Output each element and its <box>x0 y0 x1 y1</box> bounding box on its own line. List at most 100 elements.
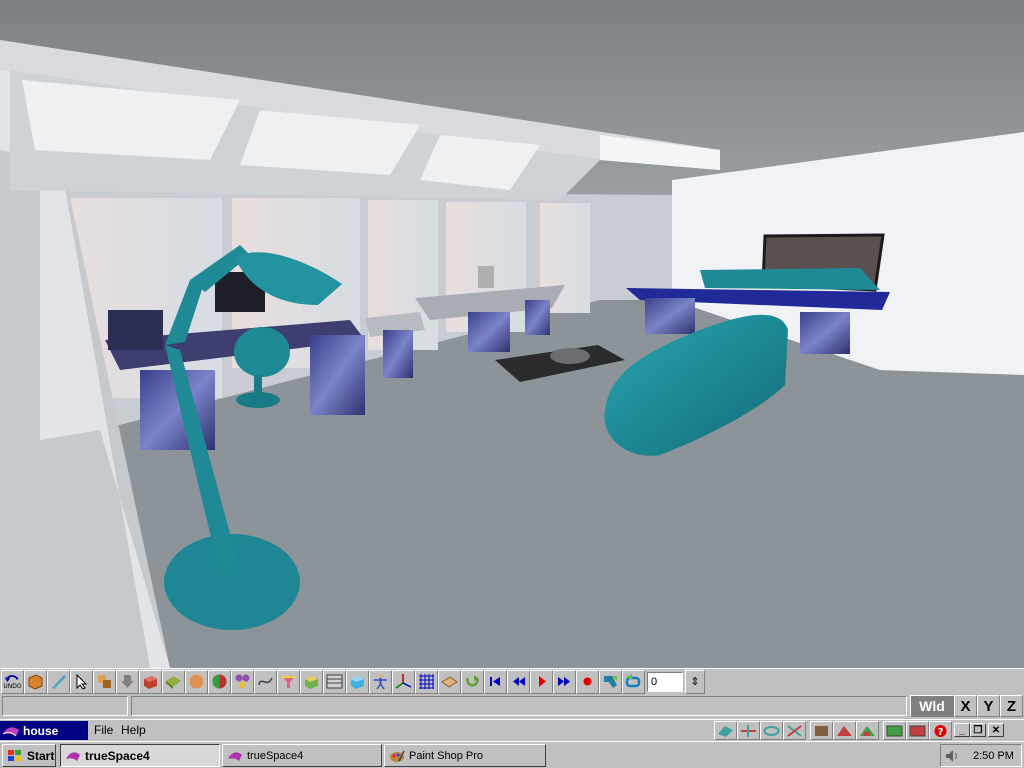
down-arrow-icon <box>121 675 134 688</box>
loop-tool-button[interactable] <box>461 669 484 694</box>
taskbar-item-truespace4-active[interactable]: trueSpace4 <box>60 744 220 767</box>
view-button-1[interactable] <box>714 721 737 740</box>
face-icon <box>166 676 181 689</box>
boolean-sphere-icon <box>212 674 227 689</box>
repeat-tool-button[interactable] <box>622 669 645 694</box>
y-axis-button[interactable]: Y <box>977 695 1000 717</box>
z-axis-button[interactable]: Z <box>1000 695 1023 717</box>
play-icon <box>539 676 546 687</box>
view-button-2[interactable] <box>737 721 760 740</box>
material-cube-icon <box>351 676 364 689</box>
spline-icon <box>258 677 273 686</box>
eyedropper-icon <box>52 675 66 689</box>
group-icon <box>235 674 250 689</box>
arrow-cursor-icon <box>76 673 88 690</box>
window-view-icon <box>886 725 903 736</box>
help-pointer-button[interactable]: ? <box>929 721 952 740</box>
view-button-4[interactable] <box>783 721 806 740</box>
eye-move-icon <box>741 724 756 737</box>
frame-spinner[interactable]: ⇕ <box>685 669 705 694</box>
eye-rotate-icon <box>763 725 780 736</box>
texture-icon <box>305 676 318 689</box>
truespace-logo-icon <box>2 726 19 736</box>
view-button-3[interactable] <box>760 721 783 740</box>
paint-shop-pro-icon <box>390 750 405 762</box>
camera-tool-button[interactable] <box>438 669 461 694</box>
group-tool-button[interactable] <box>231 669 254 694</box>
main-toolbar: UNDO 0 ⇕ <box>0 668 1024 694</box>
wireframe-render-icon <box>815 725 828 736</box>
rewind-icon <box>513 677 525 686</box>
boolean-tool-button[interactable] <box>208 669 231 694</box>
key-tool-button[interactable] <box>599 669 622 694</box>
previous-frame-button[interactable] <box>507 669 530 694</box>
eyedropper-tool-button[interactable] <box>47 669 70 694</box>
move-icon <box>98 675 111 688</box>
axes-tool-button[interactable] <box>392 669 415 694</box>
figure-tool-button[interactable] <box>369 669 392 694</box>
view-button-9[interactable] <box>906 721 929 740</box>
file-menu[interactable]: File <box>94 723 113 737</box>
start-button[interactable]: Start <box>2 744 56 767</box>
material-tool-button[interactable] <box>346 669 369 694</box>
move-tool-button[interactable] <box>93 669 116 694</box>
rewind-to-start-button[interactable] <box>484 669 507 694</box>
smooth-tool-button[interactable] <box>185 669 208 694</box>
select-tool-button[interactable] <box>70 669 93 694</box>
textured-render-icon <box>860 725 875 736</box>
layout-view-icon <box>909 725 926 736</box>
windows-logo-icon <box>8 749 21 761</box>
undo-button[interactable]: UNDO <box>1 669 24 694</box>
view-button-5[interactable] <box>810 721 833 740</box>
fast-forward-icon <box>558 677 570 686</box>
restore-button[interactable]: ❐ <box>970 723 986 737</box>
view-button-8[interactable] <box>883 721 906 740</box>
drop-tool-button[interactable] <box>116 669 139 694</box>
cube-icon <box>28 674 43 690</box>
x-axis-button[interactable]: X <box>954 695 977 717</box>
spline-tool-button[interactable] <box>254 669 277 694</box>
start-label: Start <box>27 748 55 763</box>
paint-tool-button[interactable] <box>277 669 300 694</box>
repeat-icon <box>625 674 641 688</box>
object-tool-button[interactable] <box>24 669 47 694</box>
view-toolbar: ? _ ❐ ✕ <box>714 721 1004 740</box>
taskbar-item-label: Paint Shop Pro <box>409 749 483 762</box>
taskbar-item-paint-shop-pro[interactable]: Paint Shop Pro <box>384 744 546 767</box>
undo-caption: UNDO <box>3 683 22 690</box>
world-coordinates-button[interactable]: Wld <box>910 695 954 717</box>
primitive-tool-button[interactable] <box>139 669 162 694</box>
volume-icon[interactable] <box>945 749 959 763</box>
grid-panel-icon <box>326 674 343 689</box>
view-button-7[interactable] <box>856 721 879 740</box>
scene-render <box>0 0 1024 668</box>
frame-number-input[interactable] <box>647 671 683 692</box>
next-frame-button[interactable] <box>553 669 576 694</box>
view-button-6[interactable] <box>833 721 856 740</box>
record-button[interactable] <box>576 669 599 694</box>
clock[interactable]: 2:50 PM <box>973 750 1014 762</box>
3d-viewport[interactable] <box>0 0 1024 668</box>
taskbar-item-truespace4[interactable]: trueSpace4 <box>222 744 382 767</box>
face-tool-button[interactable] <box>162 669 185 694</box>
texture-tool-button[interactable] <box>300 669 323 694</box>
svg-text:?: ? <box>938 727 944 738</box>
play-button[interactable] <box>530 669 553 694</box>
render-tool-button[interactable] <box>323 669 346 694</box>
minimize-button[interactable]: _ <box>954 723 970 737</box>
truespace-app-icon <box>228 751 242 761</box>
status-row: Wld X Y Z <box>0 694 1024 719</box>
figure-icon <box>374 674 387 690</box>
document-title: house <box>23 723 59 738</box>
sphere-icon <box>189 674 204 689</box>
document-title-bar[interactable]: house <box>0 721 88 740</box>
help-menu[interactable]: Help <box>121 723 146 737</box>
solid-render-icon <box>837 725 852 736</box>
skip-back-icon <box>490 677 500 686</box>
close-button[interactable]: ✕ <box>988 723 1004 737</box>
key-icon <box>604 676 617 688</box>
axes-icon <box>395 674 412 689</box>
loop-icon <box>466 675 479 687</box>
grid-tool-button[interactable] <box>415 669 438 694</box>
taskbar-item-label: trueSpace4 <box>85 748 150 763</box>
